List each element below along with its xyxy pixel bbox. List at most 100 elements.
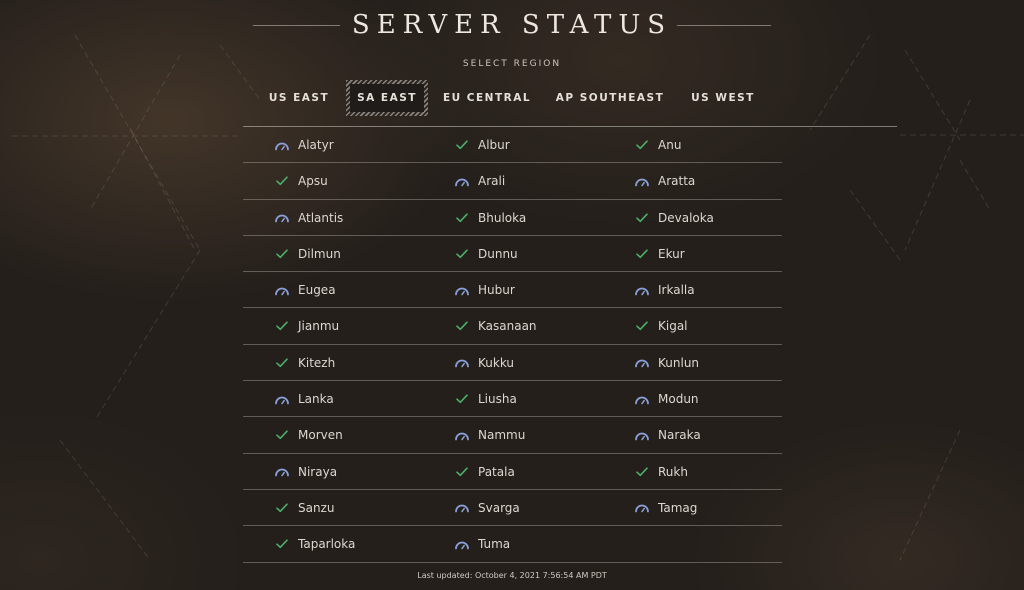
gauge-icon (273, 392, 291, 406)
check-icon (633, 138, 651, 152)
check-icon (273, 247, 291, 261)
server-name: Ekur (658, 246, 685, 261)
server-name: Modun (658, 392, 699, 407)
check-icon (273, 537, 291, 551)
server-name: Taparloka (298, 537, 356, 552)
tab-us-east[interactable]: US EAST (255, 80, 343, 116)
server-item: Svarga (453, 490, 520, 526)
gauge-icon (453, 428, 471, 442)
server-item: Albur (453, 127, 510, 163)
check-icon (273, 428, 291, 442)
server-item: Morven (273, 417, 343, 453)
server-name: Kitezh (298, 355, 336, 370)
tab-ap-southeast[interactable]: AP SOUTHEAST (552, 80, 668, 116)
gauge-icon (633, 174, 651, 188)
server-row: Kitezh Kukku Kunlun (243, 345, 782, 382)
check-icon (453, 465, 471, 479)
server-item: Kitezh (273, 345, 335, 381)
server-item: Dilmun (273, 236, 341, 272)
tab-sa-east[interactable]: SA EAST (346, 80, 428, 116)
server-name: Naraka (658, 428, 701, 443)
server-name: Apsu (298, 174, 328, 189)
server-name: Bhuloka (478, 210, 527, 225)
gauge-icon (453, 537, 471, 551)
server-name: Devaloka (658, 210, 714, 225)
server-item: Dunnu (453, 236, 518, 272)
server-item: Kukku (453, 345, 514, 381)
server-item: Kunlun (633, 345, 699, 381)
check-icon (633, 319, 651, 333)
server-item: Tuma (453, 526, 510, 562)
server-row: Apsu Arali Aratta (243, 163, 782, 200)
server-item: Irkalla (633, 272, 695, 308)
check-icon (273, 501, 291, 515)
server-name: Dilmun (298, 246, 341, 261)
server-item: Arali (453, 163, 505, 199)
server-item: Taparloka (273, 526, 355, 562)
tab-eu-central[interactable]: EU CENTRAL (438, 80, 536, 116)
check-icon (453, 392, 471, 406)
check-icon (633, 465, 651, 479)
server-row: Eugea Hubur Irkalla (243, 272, 782, 309)
server-item: Apsu (273, 163, 328, 199)
server-row: Morven Nammu Naraka (243, 417, 782, 454)
gauge-icon (273, 283, 291, 297)
gauge-icon (633, 428, 651, 442)
check-icon (453, 138, 471, 152)
server-name: Tuma (478, 537, 511, 552)
server-name: Kunlun (658, 355, 700, 370)
server-name: Kukku (478, 355, 515, 370)
server-item: Lanka (273, 381, 334, 417)
server-item: Aratta (633, 163, 695, 199)
gauge-icon (453, 283, 471, 297)
check-icon (453, 211, 471, 225)
server-name: Arali (478, 174, 506, 189)
server-item: Alatyr (273, 127, 334, 163)
header: SERVER STATUS (0, 8, 1024, 42)
server-item: Atlantis (273, 200, 343, 236)
server-name: Atlantis (298, 210, 344, 225)
server-name: Svarga (478, 500, 520, 515)
server-item: Bhuloka (453, 200, 526, 236)
server-row: Jianmu Kasanaan Kigal (243, 308, 782, 345)
server-item: Liusha (453, 381, 517, 417)
server-row: Niraya Patala Rukh (243, 454, 782, 490)
server-name: Lanka (298, 392, 334, 407)
page-title: SERVER STATUS (351, 10, 673, 40)
server-row: Taparloka Tuma (243, 526, 782, 563)
gauge-icon (633, 392, 651, 406)
server-list: Alatyr Albur Anu Apsu Arali Aratta Atlantis Bhu… (243, 127, 782, 563)
gauge-icon (273, 211, 291, 225)
server-row: Alatyr Albur Anu (243, 127, 782, 164)
server-item: Eugea (273, 272, 336, 308)
server-name: Liusha (478, 392, 517, 407)
server-item: Anu (633, 127, 681, 163)
server-name: Sanzu (298, 500, 335, 515)
check-icon (273, 174, 291, 188)
server-row: Sanzu Svarga Tamag (243, 490, 782, 527)
server-item: Niraya (273, 454, 337, 490)
server-name: Hubur (478, 283, 515, 298)
server-item: Sanzu (273, 490, 334, 526)
server-item: Patala (453, 454, 515, 490)
last-updated: Last updated: October 4, 2021 7:56:54 AM… (417, 571, 607, 580)
server-name: Rukh (658, 464, 688, 479)
server-name: Alatyr (298, 138, 334, 152)
gauge-icon (453, 174, 471, 188)
server-item: Naraka (633, 417, 701, 453)
check-icon (273, 356, 291, 370)
server-name: Dunnu (478, 246, 518, 261)
server-name: Niraya (298, 464, 338, 479)
server-name: Anu (658, 138, 682, 152)
server-item: Tamag (633, 490, 697, 526)
gauge-icon (633, 283, 651, 297)
server-name: Jianmu (298, 319, 340, 334)
server-item: Devaloka (633, 200, 714, 236)
server-name: Eugea (298, 283, 336, 298)
server-name: Nammu (478, 428, 526, 443)
tab-us-west[interactable]: US WEST (685, 80, 761, 116)
server-item: Hubur (453, 272, 515, 308)
check-icon (633, 247, 651, 261)
server-name: Albur (478, 138, 510, 152)
server-name: Patala (478, 464, 515, 479)
